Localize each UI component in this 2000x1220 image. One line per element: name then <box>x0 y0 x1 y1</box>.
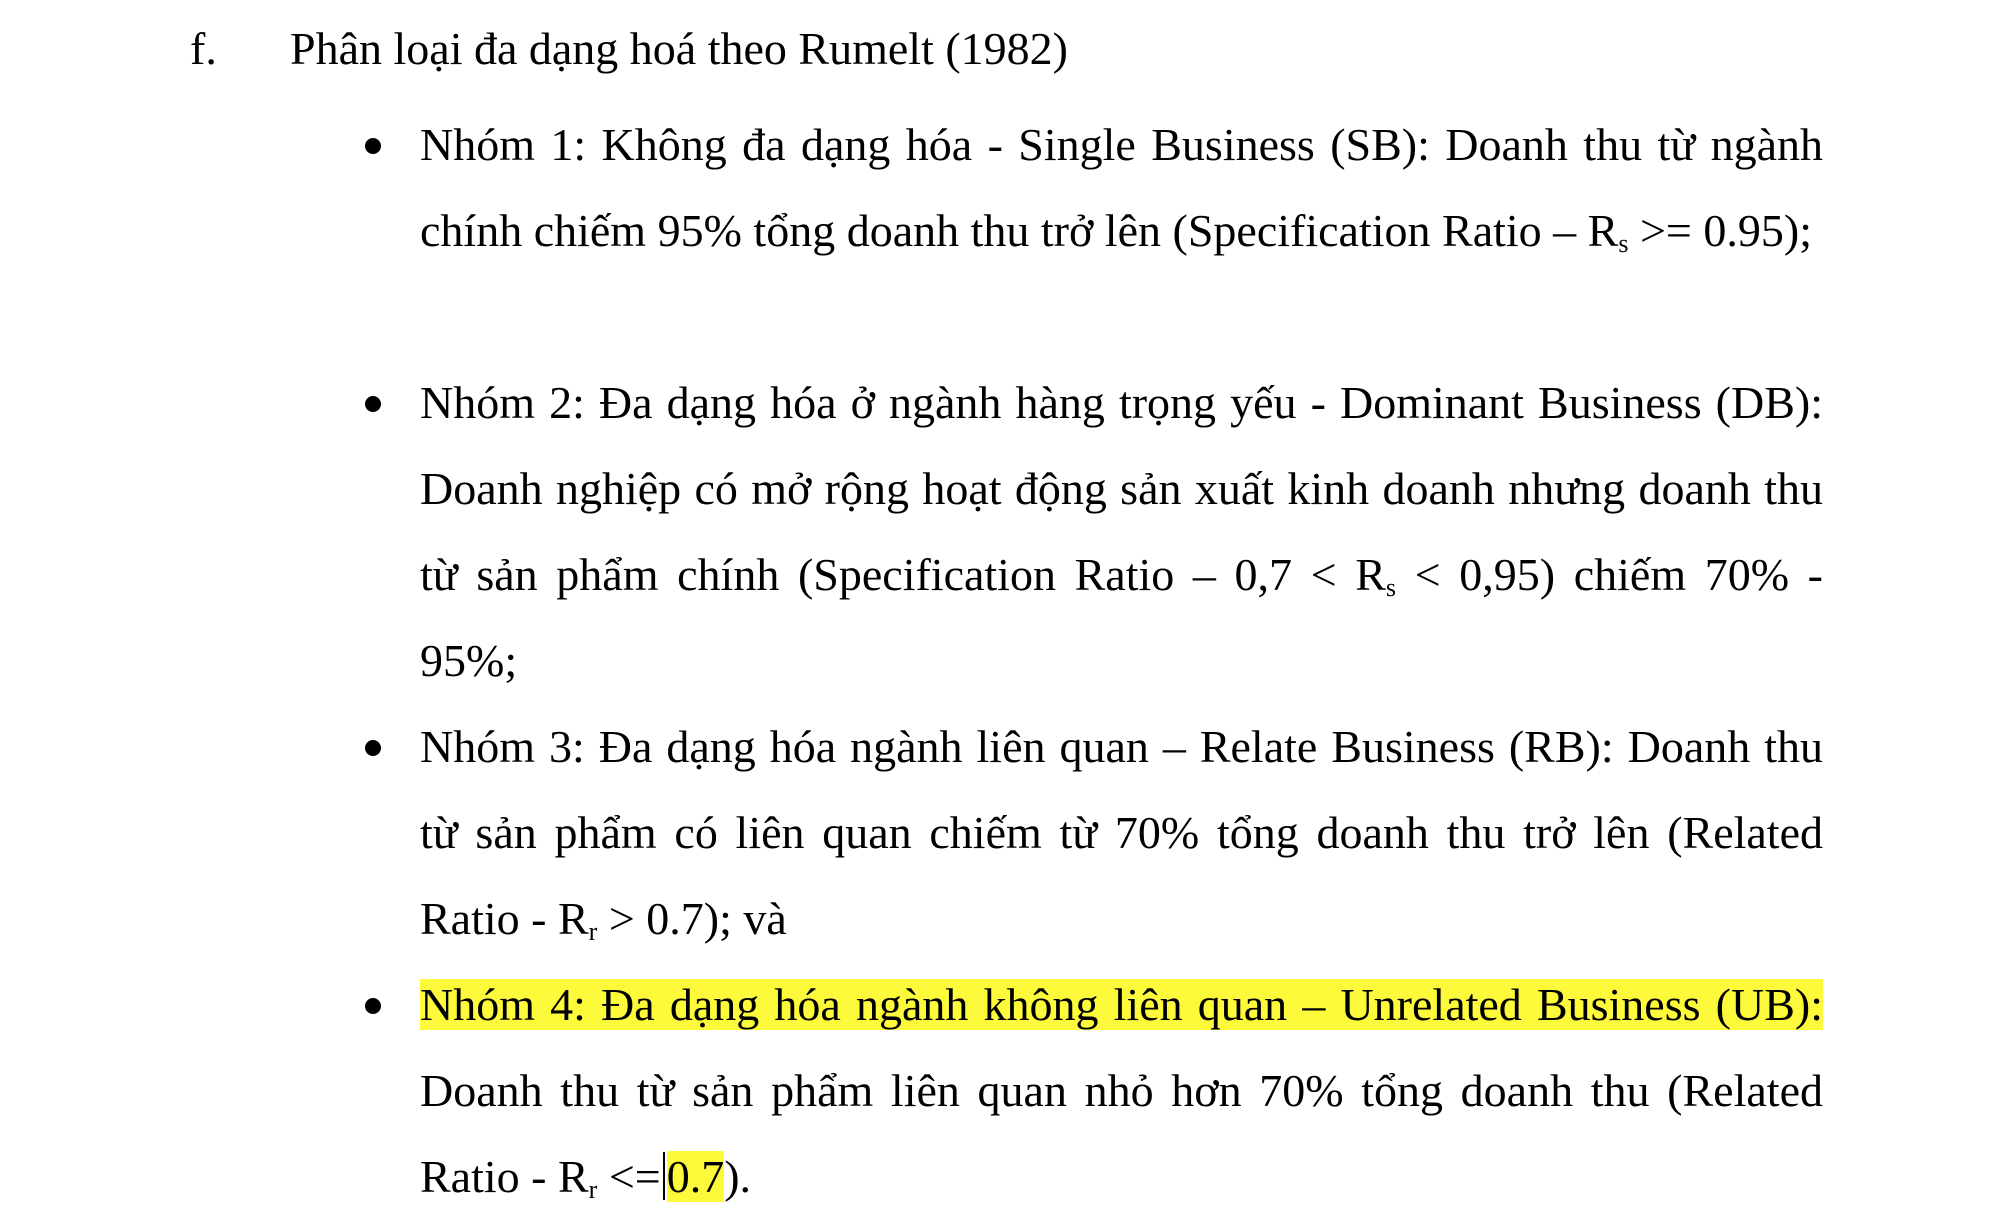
subscript: s <box>1618 229 1629 258</box>
item-text-end: > 0.7); và <box>597 893 787 944</box>
list-item-group-3: Nhóm 3: Đa dạng hóa ngành liên quan – Re… <box>365 704 1823 962</box>
document-page: f. Phân loại đa dạng hoá theo Rumelt (198… <box>0 0 2000 1212</box>
list-item-group-4: Nhóm 4: Đa dạng hóa ngành không liên qua… <box>365 962 1823 1220</box>
item-text: Nhóm 1: Không đa dạng hóa - Single Busin… <box>420 119 1823 256</box>
item-text-end: ). <box>724 1151 752 1202</box>
item-text-end: >= 0.95); <box>1628 205 1812 256</box>
section-heading: f. Phân loại đa dạng hoá theo Rumelt (198… <box>190 18 1068 80</box>
subscript: s <box>1385 573 1397 602</box>
list-item-group-1: Nhóm 1: Không đa dạng hóa - Single Busin… <box>365 102 1823 360</box>
bullet-icon <box>365 396 381 412</box>
rumelt-classification-list: Nhóm 1: Không đa dạng hóa - Single Busin… <box>365 102 1823 1220</box>
section-title: Phân loại đa dạng hoá theo Rumelt (1982) <box>290 23 1069 74</box>
item-text-operator: <= <box>597 1151 661 1202</box>
list-item-group-2: Nhóm 2: Đa dạng hóa ở ngành hàng trọng y… <box>365 360 1823 704</box>
bullet-icon <box>365 998 381 1014</box>
highlighted-value: 0.7 <box>666 1151 725 1202</box>
highlighted-text: Nhóm 4: Đa dạng hóa ngành không liên qua… <box>420 979 1823 1030</box>
text-cursor <box>662 1152 665 1200</box>
section-marker: f. <box>190 23 217 74</box>
bullet-icon <box>365 138 381 154</box>
bullet-icon <box>365 740 381 756</box>
